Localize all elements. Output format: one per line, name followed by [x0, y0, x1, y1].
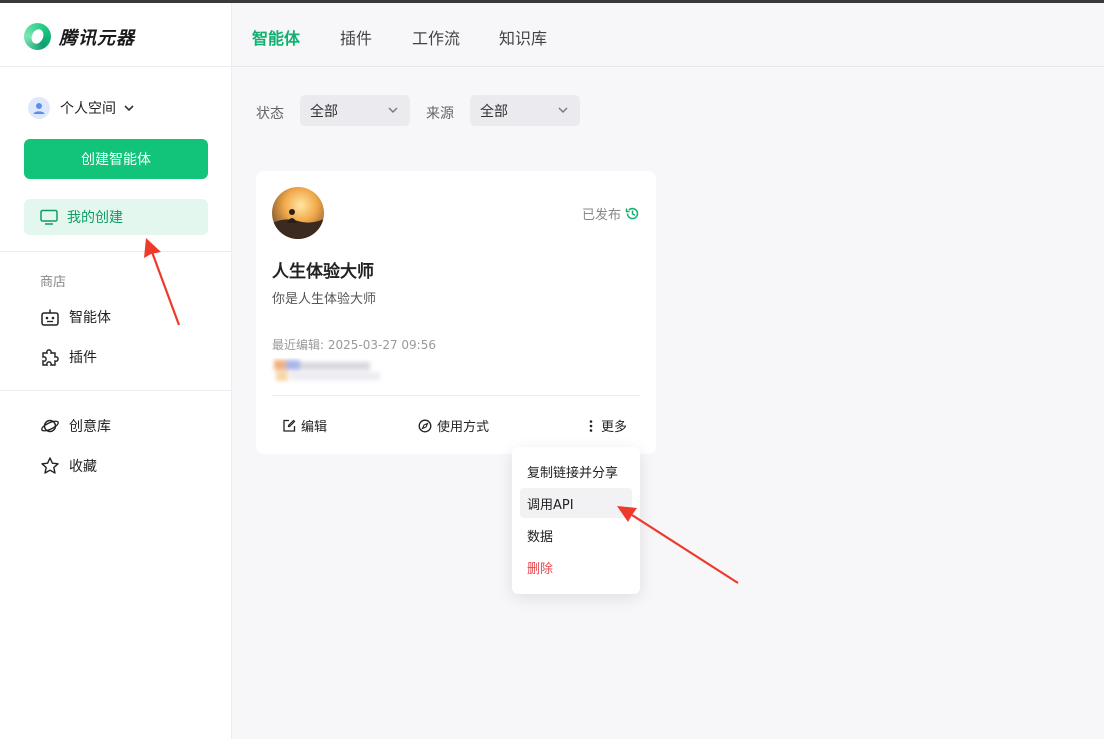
- edit-label: 编辑: [301, 420, 328, 435]
- sidebar-item-label: 我的创建: [67, 210, 123, 226]
- sidebar: 腾讯元器 个人空间 创建智能体 我的创建 商店 智能体 插件 创意库 收藏: [0, 3, 232, 739]
- more-button[interactable]: 更多: [586, 416, 627, 435]
- divider: [0, 66, 232, 67]
- space-switcher[interactable]: 个人空间: [28, 97, 134, 119]
- agent-avatar: [272, 187, 324, 239]
- app-name: 腾讯元器: [59, 27, 135, 49]
- planet-icon: [41, 419, 59, 433]
- agent-description: 你是人生体验大师: [272, 292, 377, 307]
- sidebar-item-plugins[interactable]: 插件: [40, 347, 97, 367]
- top-tabs: 智能体 插件 工作流 知识库: [232, 3, 1104, 67]
- monitor-icon: [40, 209, 58, 225]
- source-filter-label: 来源: [426, 106, 454, 122]
- puzzle-icon: [42, 349, 59, 366]
- status-filter-label: 状态: [256, 106, 284, 122]
- sidebar-item-label: 智能体: [69, 310, 111, 326]
- sidebar-item-agents[interactable]: 智能体: [40, 307, 111, 327]
- divider: [0, 390, 232, 391]
- edit-button[interactable]: 编辑: [282, 416, 327, 435]
- sidebar-item-idea-library[interactable]: 创意库: [40, 416, 111, 436]
- source-filter-select[interactable]: 全部: [470, 95, 580, 126]
- space-label: 个人空间: [60, 101, 116, 117]
- publish-status-label: 已发布: [581, 208, 621, 223]
- divider: [272, 395, 640, 396]
- compass-icon: [418, 419, 432, 432]
- chevron-down-icon: [558, 107, 568, 113]
- sidebar-item-label: 插件: [69, 350, 97, 366]
- last-edit-time: 最近编辑: 2025-03-27 09:56: [272, 338, 436, 352]
- status-filter-select[interactable]: 全部: [300, 95, 410, 126]
- menu-item-call-api[interactable]: 调用API: [520, 488, 632, 518]
- more-menu: 复制链接并分享 调用API 数据 删除: [512, 447, 640, 594]
- sidebar-item-label: 收藏: [69, 459, 97, 475]
- sidebar-item-my-creations[interactable]: 我的创建: [24, 199, 208, 235]
- logo-icon: [24, 23, 51, 50]
- edit-icon: [283, 419, 296, 432]
- robot-icon: [41, 309, 59, 326]
- chevron-down-icon: [388, 107, 398, 113]
- agent-card[interactable]: 已发布 人生体验大师 你是人生体验大师 最近编辑: 2025-03-27 09:…: [256, 171, 656, 454]
- sidebar-item-favorites[interactable]: 收藏: [40, 456, 97, 476]
- app-logo[interactable]: 腾讯元器: [24, 23, 135, 50]
- tab-plugins[interactable]: 插件: [340, 25, 372, 49]
- agent-title: 人生体验大师: [272, 262, 374, 282]
- create-agent-button[interactable]: 创建智能体: [24, 139, 208, 179]
- menu-item-delete[interactable]: 删除: [520, 552, 632, 582]
- store-section-title: 商店: [40, 275, 67, 290]
- chevron-down-icon: [124, 105, 134, 112]
- history-icon[interactable]: [625, 206, 640, 221]
- divider: [0, 251, 232, 252]
- more-label: 更多: [601, 420, 628, 435]
- menu-item-copy-share[interactable]: 复制链接并分享: [520, 456, 632, 486]
- usage-button[interactable]: 使用方式: [418, 416, 489, 435]
- tab-agents[interactable]: 智能体: [252, 25, 300, 49]
- more-vertical-icon: [589, 419, 593, 432]
- source-filter-value: 全部: [480, 103, 508, 120]
- user-avatar-icon: [28, 97, 50, 119]
- status-filter-value: 全部: [310, 103, 338, 120]
- star-icon: [41, 457, 59, 474]
- tab-knowledge-base[interactable]: 知识库: [499, 25, 547, 49]
- publish-status: 已发布: [582, 204, 640, 223]
- usage-label: 使用方式: [437, 420, 490, 435]
- sidebar-item-label: 创意库: [69, 419, 111, 435]
- blurred-creator-info: [274, 360, 380, 381]
- menu-item-data[interactable]: 数据: [520, 520, 632, 550]
- tab-workflows[interactable]: 工作流: [412, 25, 460, 49]
